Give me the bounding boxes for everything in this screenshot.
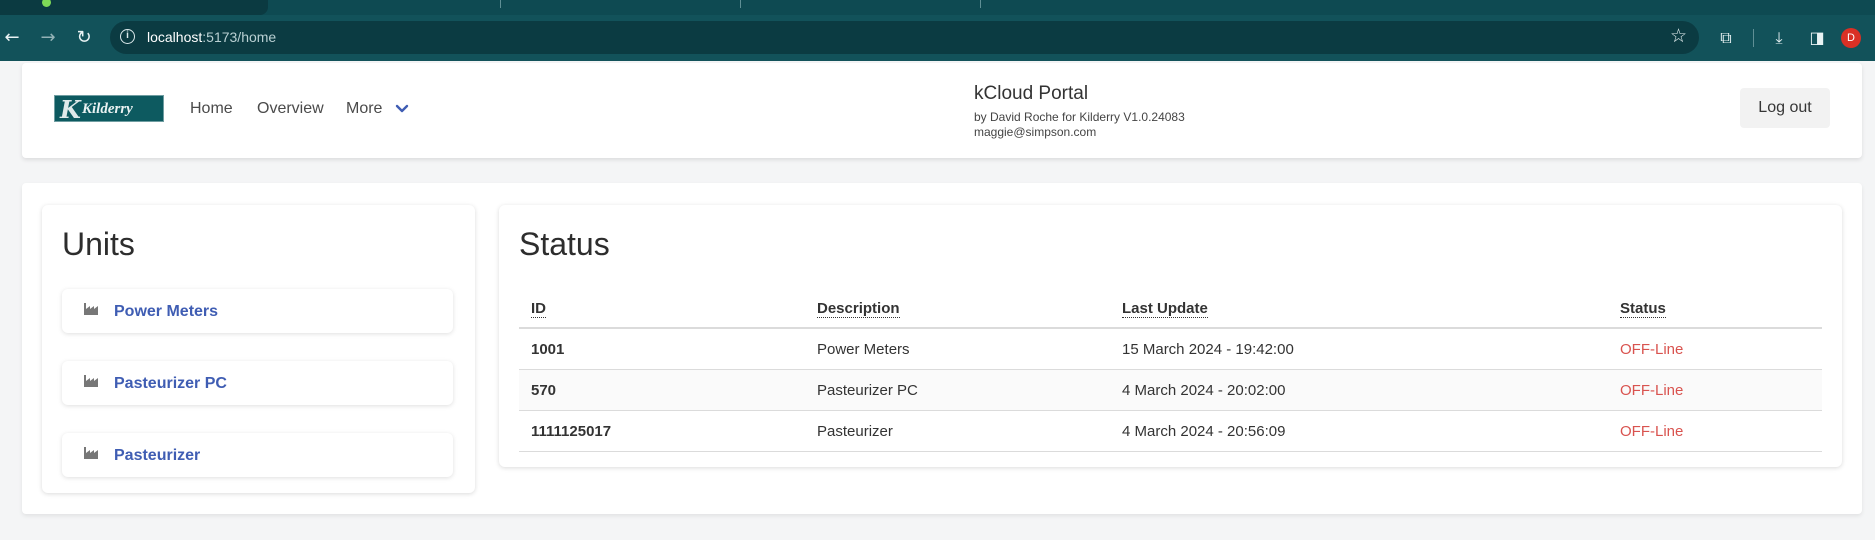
units-card: Units Power Meters Pasteurizer PC Pasteu… [42, 205, 475, 493]
nav-home[interactable]: Home [190, 100, 233, 118]
browser-tab-strip [0, 0, 1875, 15]
unit-label[interactable]: Pasteurizer [114, 447, 200, 465]
cell-description: Pasteurizer PC [805, 369, 1110, 411]
browser-tab-active[interactable] [0, 0, 268, 15]
industry-icon [84, 303, 98, 315]
tab-favicon-icon [42, 0, 51, 7]
tab-separator [980, 0, 981, 8]
table-row[interactable]: 570 Pasteurizer PC 4 March 2024 - 20:02:… [519, 369, 1822, 411]
table-row[interactable]: 1111125017 Pasteurizer 4 March 2024 - 20… [519, 410, 1822, 452]
nav-more[interactable]: More [346, 100, 382, 118]
cell-status: OFF-Line [1608, 369, 1822, 411]
chevron-down-icon[interactable] [394, 101, 410, 117]
logout-button[interactable]: Log out [1740, 88, 1830, 128]
unit-item-power-meters[interactable]: Power Meters [62, 289, 453, 333]
status-title: Status [519, 226, 610, 262]
status-table: ID Description Last Update Status 1001 P… [519, 289, 1822, 452]
extensions-icon[interactable]: ⧉ [1715, 27, 1737, 49]
download-icon[interactable]: ⤓ [1768, 27, 1790, 49]
unit-item-pasteurizer-pc[interactable]: Pasteurizer PC [62, 361, 453, 405]
address-url[interactable]: localhost:5173/home [147, 29, 276, 45]
profile-avatar[interactable]: D [1841, 28, 1861, 48]
kilderry-logo[interactable]: K Kilderry [54, 95, 164, 124]
site-info-icon[interactable]: i [120, 29, 135, 44]
tab-separator [500, 0, 501, 8]
column-header-id[interactable]: ID [519, 289, 805, 329]
back-arrow-icon[interactable]: ← [0, 24, 26, 52]
bookmark-star-icon[interactable]: ☆ [1670, 25, 1687, 47]
nav-overview[interactable]: Overview [257, 100, 324, 118]
toolbar-separator [1753, 29, 1754, 47]
unit-label[interactable]: Pasteurizer PC [114, 375, 227, 393]
unit-label[interactable]: Power Meters [114, 303, 218, 321]
user-email: maggie@simpson.com [974, 125, 1097, 139]
table-row[interactable]: 1001 Power Meters 15 March 2024 - 19:42:… [519, 328, 1822, 370]
portal-title: kCloud Portal [974, 83, 1089, 104]
main-content: Units Power Meters Pasteurizer PC Pasteu… [22, 183, 1862, 514]
cell-status: OFF-Line [1608, 328, 1822, 370]
cell-id: 1001 [519, 328, 805, 370]
logo-text: Kilderry [82, 101, 133, 117]
column-header-last-update[interactable]: Last Update [1110, 289, 1608, 329]
cell-last-update: 4 March 2024 - 20:02:00 [1110, 369, 1608, 411]
reload-icon[interactable]: ↻ [70, 24, 98, 52]
cell-last-update: 15 March 2024 - 19:42:00 [1110, 328, 1608, 370]
address-bar[interactable]: i localhost:5173/home ☆ [110, 21, 1699, 54]
column-header-description[interactable]: Description [805, 289, 1110, 329]
side-panel-icon[interactable]: ◨ [1806, 27, 1828, 49]
cell-id: 1111125017 [519, 410, 805, 452]
industry-icon [84, 447, 98, 459]
status-card: Status ID Description Last Update Status… [499, 205, 1842, 467]
cell-status: OFF-Line [1608, 410, 1822, 452]
cell-description: Pasteurizer [805, 410, 1110, 452]
cell-id: 570 [519, 369, 805, 411]
app-header: K Kilderry Home Overview More kCloud Por… [22, 63, 1862, 158]
browser-toolbar: ← → ↻ i localhost:5173/home ☆ ⧉ ⤓ ◨ D [0, 15, 1875, 61]
cell-description: Power Meters [805, 328, 1110, 370]
tab-separator [740, 0, 741, 8]
forward-arrow-icon[interactable]: → [34, 24, 62, 52]
portal-version: by David Roche for Kilderry V1.0.24083 [974, 110, 1185, 124]
column-header-status[interactable]: Status [1608, 289, 1822, 329]
table-header-row: ID Description Last Update Status [519, 289, 1822, 329]
industry-icon [84, 375, 98, 387]
cell-last-update: 4 March 2024 - 20:56:09 [1110, 410, 1608, 452]
unit-item-pasteurizer[interactable]: Pasteurizer [62, 433, 453, 477]
units-title: Units [62, 226, 135, 262]
